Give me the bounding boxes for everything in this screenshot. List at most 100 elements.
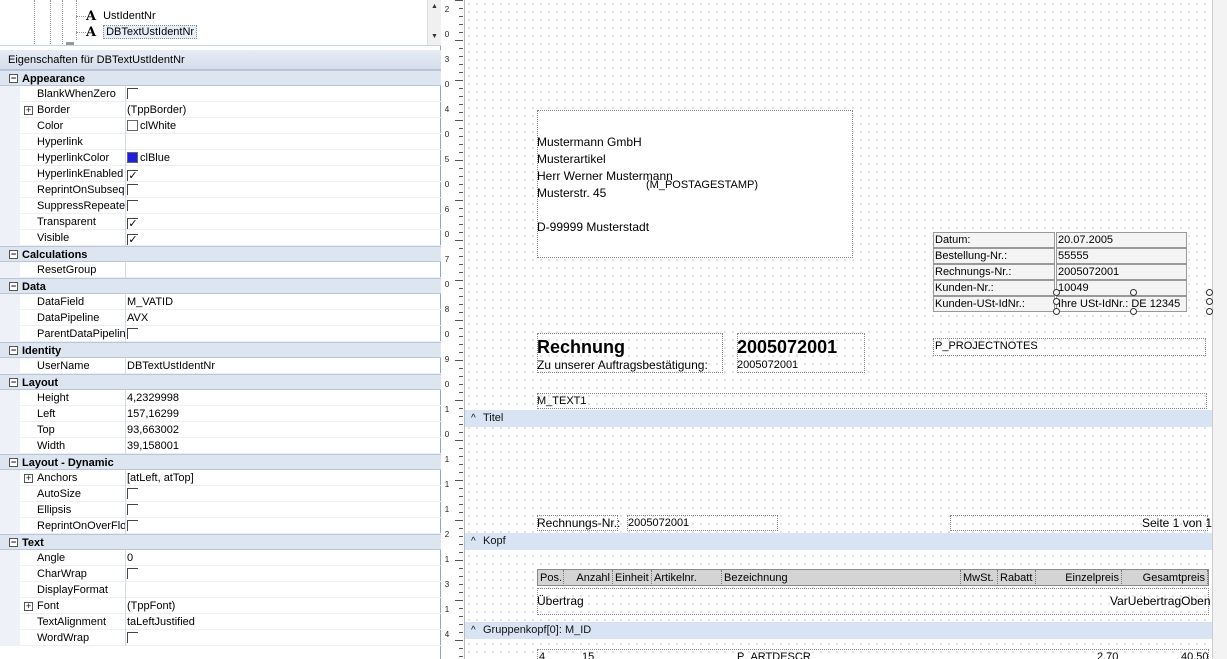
property-row[interactable]: Angle 0	[0, 550, 441, 566]
property-value[interactable]: 157,16299	[127, 406, 441, 422]
property-value[interactable]: [atLeft, atTop]	[127, 470, 441, 486]
property-row[interactable]: Height 4,2329998	[0, 390, 441, 406]
detail-cell[interactable]: 40,50	[1181, 650, 1209, 659]
info-value-cell[interactable]: 20.07.2005	[1056, 232, 1187, 248]
property-value[interactable]	[127, 326, 441, 342]
scroll-up-icon[interactable]: ▲	[431, 3, 438, 10]
info-value-cell[interactable]: Ihre USt-IdNr.: DE 12345	[1056, 296, 1187, 312]
collapse-icon[interactable]: −	[9, 458, 18, 467]
property-row[interactable]: ReprintOnSubsequ	[0, 182, 441, 198]
property-value[interactable]: clWhite	[127, 118, 441, 134]
property-value[interactable]: 93,663002	[127, 422, 441, 438]
property-value[interactable]	[127, 86, 441, 102]
detail-cell[interactable]: 15	[582, 650, 594, 659]
address-line[interactable]: D-99999 Musterstadt	[537, 220, 649, 234]
property-row[interactable]: CharWrap	[0, 566, 441, 582]
collapse-icon[interactable]: −	[9, 346, 18, 355]
property-checkbox[interactable]	[127, 488, 138, 499]
property-value[interactable]	[127, 630, 441, 646]
invoice-number[interactable]: 2005072001	[737, 337, 837, 357]
property-row[interactable]: Width 39,158001	[0, 438, 441, 454]
property-checkbox[interactable]	[127, 568, 138, 579]
info-label-cell[interactable]: Datum:	[933, 232, 1055, 248]
property-row[interactable]: Ellipsis	[0, 502, 441, 518]
category-calculations[interactable]: − Calculations	[0, 246, 441, 262]
collapse-icon[interactable]: ^	[471, 410, 483, 427]
projectnotes-field[interactable]: P_PROJECTNOTES	[935, 339, 1038, 353]
column-header[interactable]: Gesamtpreis	[1122, 570, 1208, 586]
property-row[interactable]: ParentDataPipeline	[0, 326, 441, 342]
expand-icon[interactable]: +	[24, 474, 33, 483]
selection-handle[interactable]	[1206, 289, 1213, 296]
property-checkbox[interactable]: ✓	[127, 218, 138, 230]
detail-cell[interactable]: 2,70	[1097, 650, 1118, 659]
info-label-cell[interactable]: Bestellung-Nr.:	[933, 248, 1055, 264]
column-header[interactable]: Einzelpreis	[1036, 570, 1122, 586]
category-data[interactable]: − Data	[0, 278, 441, 294]
property-row[interactable]: UserName DBTextUstIdentNr	[0, 358, 441, 374]
property-row[interactable]: Hyperlink	[0, 134, 441, 150]
address-line[interactable]: Mustermann GmbH	[537, 135, 642, 149]
property-row[interactable]: Visible ✓	[0, 230, 441, 246]
kopf-label[interactable]: Rechnungs-Nr.:	[537, 516, 620, 530]
property-value[interactable]: (TppBorder)	[127, 102, 441, 118]
property-value[interactable]: 4,2329998	[127, 390, 441, 406]
collapse-icon[interactable]: ^	[471, 533, 483, 550]
property-checkbox[interactable]	[127, 88, 138, 99]
property-value[interactable]	[127, 518, 441, 534]
info-label-cell[interactable]: Rechnungs-Nr.:	[933, 264, 1055, 280]
collapse-icon[interactable]: ^	[471, 622, 483, 639]
category-text[interactable]: − Text	[0, 534, 441, 550]
band-titel[interactable]: ^ Titel	[465, 410, 1212, 427]
detail-cell[interactable]: P_ARTDESCR	[737, 650, 811, 659]
selection-handle[interactable]	[1130, 308, 1137, 315]
property-row[interactable]: HyperlinkEnabled ✓	[0, 166, 441, 182]
tree-scrollbar[interactable]: ▲ ▼	[427, 0, 441, 45]
band-gruppenkopf[interactable]: ^ Gruppenkopf[0]: M_ID	[465, 622, 1212, 639]
property-checkbox[interactable]: ✓	[127, 234, 138, 246]
expand-icon[interactable]: +	[24, 602, 33, 611]
property-value[interactable]: M_VATID	[127, 294, 441, 310]
text1-box[interactable]	[537, 393, 1207, 409]
property-row[interactable]: DataPipeline AVX	[0, 310, 441, 326]
property-value[interactable]: taLeftJustified	[127, 614, 441, 630]
property-row[interactable]: DisplayFormat	[0, 582, 441, 598]
property-value[interactable]	[127, 486, 441, 502]
property-row[interactable]: Color clWhite	[0, 118, 441, 134]
property-row[interactable]: SuppressRepeatec	[0, 198, 441, 214]
column-header[interactable]: MwSt.	[961, 570, 998, 586]
property-value[interactable]: ✓	[127, 230, 441, 246]
property-row[interactable]: Top 93,663002	[0, 422, 441, 438]
property-checkbox[interactable]	[127, 328, 138, 339]
info-value-cell[interactable]: 55555	[1056, 248, 1187, 264]
detail-cell[interactable]: 4	[539, 650, 545, 659]
property-checkbox[interactable]	[127, 520, 138, 531]
info-value-cell[interactable]: 10049	[1056, 280, 1187, 296]
selection-handle[interactable]	[1206, 308, 1213, 315]
property-row[interactable]: WordWrap	[0, 630, 441, 646]
column-header[interactable]: Einheit	[613, 570, 652, 586]
selection-handle[interactable]	[1053, 308, 1060, 315]
canvas-scrollbar[interactable]	[1212, 0, 1227, 659]
property-checkbox[interactable]	[127, 184, 138, 195]
info-label-cell[interactable]: Kunden-Nr.:	[933, 280, 1055, 296]
property-checkbox[interactable]	[127, 200, 138, 211]
invoice-title[interactable]: Rechnung	[537, 337, 625, 357]
collapse-icon[interactable]: −	[9, 282, 18, 291]
property-row[interactable]: ReprintOnOverFlo	[0, 518, 441, 534]
uebertrag-label[interactable]: Übertrag	[537, 594, 584, 608]
collapse-icon[interactable]: −	[9, 378, 18, 387]
property-row[interactable]: + Anchors [atLeft, atTop]	[0, 470, 441, 486]
selection-handle[interactable]	[1130, 289, 1137, 296]
property-checkbox[interactable]	[127, 504, 138, 515]
property-row[interactable]: TextAlignment taLeftJustified	[0, 614, 441, 630]
band-kopf[interactable]: ^ Kopf	[465, 533, 1212, 550]
property-row[interactable]: DataField M_VATID	[0, 294, 441, 310]
info-value-cell[interactable]: 2005072001	[1056, 264, 1187, 280]
invoice-subnumber[interactable]: 2005072001	[737, 358, 798, 372]
property-value[interactable]: DBTextUstIdentNr	[127, 358, 441, 374]
property-checkbox[interactable]: ✓	[127, 170, 138, 182]
collapse-icon[interactable]: −	[9, 250, 18, 259]
property-value[interactable]	[127, 566, 441, 582]
category-layout-dynamic[interactable]: − Layout - Dynamic	[0, 454, 441, 470]
